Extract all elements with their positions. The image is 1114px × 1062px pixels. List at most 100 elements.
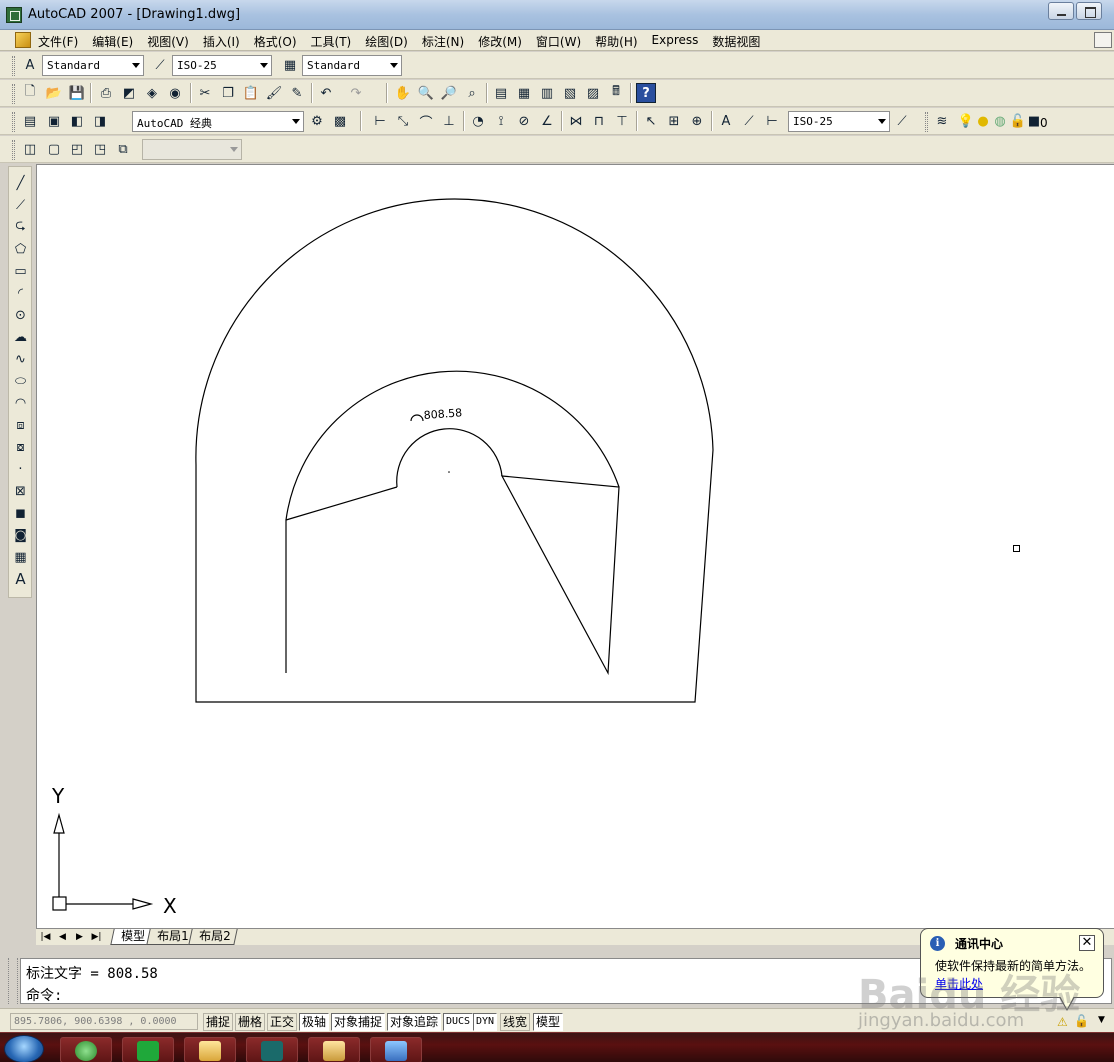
dimension-text-edit-icon[interactable]: ⟋ <box>739 111 759 131</box>
zoom-window-icon[interactable]: 🔎 <box>439 83 459 103</box>
command-window-grip[interactable] <box>8 958 18 1004</box>
center-mark-icon[interactable]: ⊕ <box>687 111 707 131</box>
plot-preview-icon[interactable]: ◩ <box>119 83 139 103</box>
drawing-canvas[interactable]: 808.58 Y X <box>36 164 1114 928</box>
autocad-app-icon[interactable] <box>6 7 22 23</box>
dimension-style-icon[interactable]: ⟋ <box>892 111 912 131</box>
tab-layout2[interactable]: 布局2 <box>188 929 238 945</box>
layer-viewport-icon[interactable]: ◍ <box>990 111 1010 131</box>
print-icon[interactable]: ⎙ <box>96 83 116 103</box>
grid-toggle[interactable]: 栅格 <box>235 1013 266 1031</box>
viewport-scale-select[interactable] <box>142 139 242 160</box>
continue-dimension-icon[interactable]: ⊤ <box>612 111 632 131</box>
point-icon[interactable]: · <box>10 459 31 479</box>
ellipse-arc-icon[interactable]: ◠ <box>10 393 31 413</box>
workspace-toolbar-icon[interactable]: ◨ <box>90 111 110 131</box>
copy-icon[interactable]: ❐ <box>218 83 238 103</box>
menu-format[interactable]: 格式(O) <box>254 33 304 50</box>
make-block-icon[interactable]: ⧇ <box>10 437 31 457</box>
sheet-set-icon[interactable]: ▧ <box>560 83 580 103</box>
taskbar-browser-icon[interactable] <box>60 1037 112 1062</box>
menu-view[interactable]: 视图(V) <box>147 33 196 50</box>
balloon-close-button[interactable]: ✕ <box>1079 935 1095 951</box>
new-icon[interactable]: 🗋 <box>20 83 40 103</box>
ducs-toggle[interactable]: DUCS <box>443 1013 474 1031</box>
properties-icon[interactable]: ▤ <box>491 83 511 103</box>
last-tab-button[interactable]: ▶| <box>89 930 104 944</box>
text-style-select[interactable]: Standard <box>42 55 144 76</box>
spline-icon[interactable]: ∿ <box>10 349 31 369</box>
tool-palettes-icon[interactable]: ▥ <box>537 83 557 103</box>
document-icon[interactable] <box>15 32 31 48</box>
help-icon[interactable]: ? <box>636 83 656 103</box>
menu-file[interactable]: 文件(F) <box>38 33 85 50</box>
lineweight-toggle[interactable]: 线宽 <box>500 1013 531 1031</box>
rectangle-icon[interactable]: ▭ <box>10 261 31 281</box>
tab-model[interactable]: 模型 <box>110 929 152 945</box>
model-toggle[interactable]: 模型 <box>533 1013 564 1031</box>
match-properties-icon[interactable]: 🖌 <box>264 83 284 103</box>
current-layer-name[interactable]: 0 <box>1040 116 1048 130</box>
dimension-style-select[interactable]: ISO-25 <box>788 111 890 132</box>
start-button-icon[interactable] <box>4 1035 44 1062</box>
taskbar-iqiyi-icon[interactable] <box>122 1037 174 1062</box>
toolbar-grip[interactable] <box>12 112 15 132</box>
next-tab-button[interactable]: ▶ <box>72 930 87 944</box>
etransmit-icon[interactable]: ◉ <box>165 83 185 103</box>
revcloud-icon[interactable]: ☁ <box>10 327 31 347</box>
construction-line-icon[interactable]: ⟋ <box>10 195 31 215</box>
workspace-select[interactable]: AutoCAD 经典 <box>132 111 304 132</box>
design-center-icon[interactable]: ▦ <box>514 83 534 103</box>
command-prompt[interactable]: 命令: <box>26 985 62 1005</box>
status-menu-arrow-icon[interactable]: ▼ <box>1098 1015 1105 1025</box>
quick-dimension-icon[interactable]: ⋈ <box>566 111 586 131</box>
otrack-toggle[interactable]: 对象追踪 <box>387 1013 442 1031</box>
toolbar-grip[interactable] <box>12 84 15 104</box>
linear-dimension-icon[interactable]: ⊢ <box>370 111 390 131</box>
line-icon[interactable]: ╱ <box>10 173 31 193</box>
region-icon[interactable]: ◙ <box>10 525 31 545</box>
table-icon[interactable]: ▦ <box>10 547 31 567</box>
layer-manager-icon[interactable]: ≋ <box>932 111 952 131</box>
ortho-toggle[interactable]: 正交 <box>267 1013 298 1031</box>
dim-style-icon[interactable]: ⟋ <box>150 55 170 75</box>
diameter-dimension-icon[interactable]: ⊘ <box>514 111 534 131</box>
maximize-button[interactable] <box>1076 2 1102 20</box>
text-style-icon[interactable]: A <box>20 55 40 75</box>
menu-edit[interactable]: 编辑(E) <box>92 33 140 50</box>
calculator-icon[interactable]: 🖩 <box>606 83 626 103</box>
prev-tab-button[interactable]: ◀ <box>55 930 70 944</box>
coordinate-readout[interactable]: 895.7806, 900.6398 , 0.0000 <box>10 1013 198 1030</box>
gradient-icon[interactable]: ◼ <box>10 503 31 523</box>
taskbar-autocad-icon[interactable] <box>246 1037 298 1062</box>
first-tab-button[interactable]: |◀ <box>38 930 53 944</box>
menu-help[interactable]: 帮助(H) <box>595 33 644 50</box>
zoom-realtime-icon[interactable]: 🔍 <box>416 83 436 103</box>
menu-modify[interactable]: 修改(M) <box>478 33 529 50</box>
quick-leader-icon[interactable]: ↖ <box>641 111 661 131</box>
jogged-dimension-icon[interactable]: ⟟ <box>491 111 511 131</box>
zoom-previous-icon[interactable]: ⌕ <box>462 83 482 103</box>
polar-toggle[interactable]: 极轴 <box>299 1013 330 1031</box>
menu-insert[interactable]: 插入(I) <box>203 33 247 50</box>
menu-draw[interactable]: 绘图(D) <box>365 33 415 50</box>
angular-dimension-icon[interactable]: ∠ <box>537 111 557 131</box>
polygon-icon[interactable]: ⬠ <box>10 239 31 259</box>
ordinate-dimension-icon[interactable]: ⊥ <box>439 111 459 131</box>
viewports-dialog-icon[interactable]: ◫ <box>20 139 40 159</box>
menu-window[interactable]: 窗口(W) <box>536 33 588 50</box>
mtext-icon[interactable]: A <box>10 569 31 589</box>
pan-icon[interactable]: ✋ <box>393 83 413 103</box>
workspace-lock-icon[interactable]: ▩ <box>330 111 350 131</box>
tolerance-icon[interactable]: ⊞ <box>664 111 684 131</box>
save-icon[interactable]: 💾 <box>67 83 87 103</box>
arc-length-icon[interactable]: ⌒ <box>416 111 436 131</box>
workspace-layout-icon[interactable]: ◧ <box>67 111 87 131</box>
menu-dimension[interactable]: 标注(N) <box>422 33 471 50</box>
workspace-gear-icon[interactable]: ⚙ <box>307 111 327 131</box>
markup-icon[interactable]: ▨ <box>583 83 603 103</box>
clip-viewport-icon[interactable]: ⧉ <box>113 139 133 159</box>
menu-data-view[interactable]: 数据视图 <box>712 33 767 50</box>
arc-icon[interactable]: ◜ <box>10 283 31 303</box>
menu-tools[interactable]: 工具(T) <box>311 33 359 50</box>
